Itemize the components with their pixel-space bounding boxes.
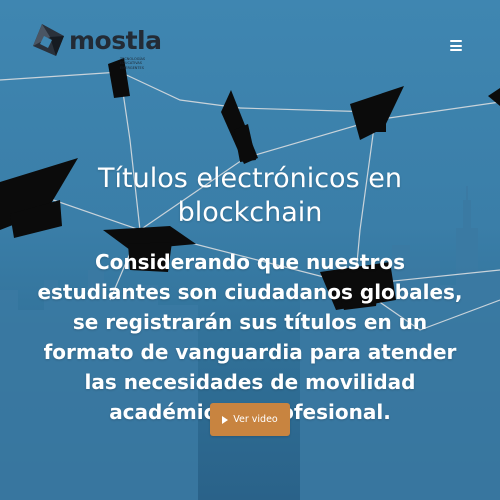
hamburger-menu-icon[interactable] (450, 40, 462, 51)
play-icon (222, 415, 229, 424)
hero-subtitle: Considerando que nuestros estudiantes so… (37, 250, 463, 424)
site-logo[interactable]: mostla (30, 22, 162, 58)
hero-title: Títulos electrónicos en blockchain (98, 163, 402, 228)
watch-video-button[interactable]: Ver video (210, 403, 290, 436)
brand-name: mostla (69, 25, 162, 55)
hero-section: mostla TECNOLOGÍAS EDUCATIVAS EMERGENTES… (0, 0, 500, 500)
graduation-cap-icon (350, 86, 404, 140)
menu-line (450, 49, 462, 51)
menu-line (450, 40, 462, 42)
menu-line (450, 44, 462, 47)
site-header: mostla TECNOLOGÍAS EDUCATIVAS EMERGENTES (0, 0, 500, 80)
brand-tagline: TECNOLOGÍAS EDUCATIVAS EMERGENTES (120, 57, 146, 70)
graduation-cap-icon (221, 90, 258, 164)
watch-video-label: Ver video (233, 414, 278, 425)
mostla-logo-icon (33, 24, 64, 56)
